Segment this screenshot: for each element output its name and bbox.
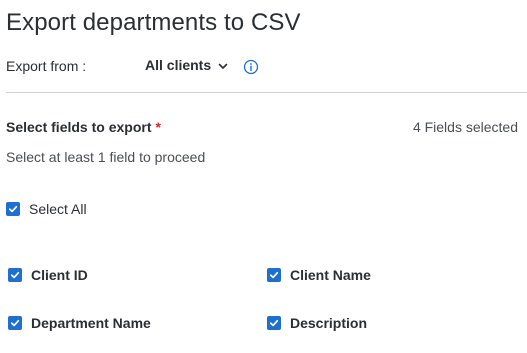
export-from-label: Export from : <box>6 58 87 74</box>
field-checkbox-department-name[interactable]: Department Name <box>8 315 151 331</box>
select-all-checkbox[interactable]: Select All <box>6 201 87 217</box>
checkbox-checked-icon[interactable] <box>267 268 281 282</box>
required-marker: * <box>155 119 161 135</box>
checkbox-checked-icon[interactable] <box>8 316 22 330</box>
info-icon[interactable] <box>243 59 259 75</box>
field-label: Client Name <box>290 267 371 283</box>
checkbox-checked-icon[interactable] <box>267 316 281 330</box>
checkbox-checked-icon[interactable] <box>8 268 22 282</box>
field-label: Client ID <box>31 267 88 283</box>
field-label: Department Name <box>31 315 151 331</box>
checkbox-checked-icon[interactable] <box>6 202 20 216</box>
select-all-label: Select All <box>29 201 87 217</box>
fields-selected-count: 4 Fields selected <box>412 119 518 135</box>
section-divider <box>6 92 527 93</box>
field-label: Description <box>290 315 368 331</box>
fields-hint: Select at least 1 field to proceed <box>6 149 206 165</box>
field-checkbox-client-id[interactable]: Client ID <box>8 267 88 283</box>
fields-title: Select fields to export * <box>6 119 161 135</box>
fields-title-text: Select fields to export <box>6 119 152 135</box>
client-select-dropdown[interactable]: All clients <box>145 57 229 73</box>
page-title: Export departments to CSV <box>6 9 301 36</box>
chevron-down-icon <box>217 59 229 71</box>
export-from-row: Export from : All clients <box>6 57 521 78</box>
field-checkbox-client-name[interactable]: Client Name <box>267 267 371 283</box>
field-checkbox-description[interactable]: Description <box>267 315 367 331</box>
fields-header: Select fields to export * 4 Fields select… <box>6 119 518 139</box>
client-select-value: All clients <box>145 57 212 73</box>
